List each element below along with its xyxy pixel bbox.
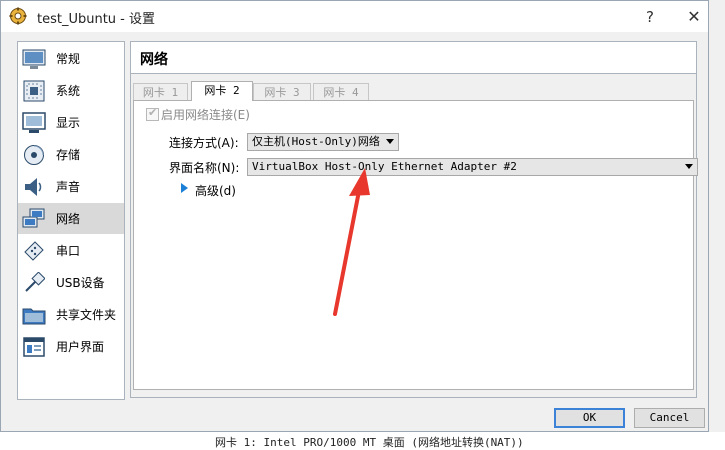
- sidebar-item-shared-folders[interactable]: 共享文件夹: [18, 299, 124, 330]
- tab-adapter-3[interactable]: 网卡 3: [253, 83, 311, 100]
- attached-to-label: 连接方式(A):: [169, 136, 239, 150]
- sidebar-item-network[interactable]: 网络: [18, 203, 124, 234]
- enable-adapter-label: 启用网络连接(E): [161, 108, 250, 122]
- adapter-name-select[interactable]: VirtualBox Host-Only Ethernet Adapter #2: [247, 158, 698, 176]
- sidebar-item-usb[interactable]: USB设备: [18, 267, 124, 298]
- background-adapter-summary: 网卡 1: Intel PRO/1000 MT 桌面 (网络地址转换(NAT)): [215, 436, 524, 449]
- sidebar-label: 网络: [56, 212, 81, 226]
- sidebar-label: 系统: [56, 84, 81, 98]
- advanced-toggle[interactable]: 高级(d): [195, 182, 236, 199]
- user-interface-icon: [22, 335, 46, 359]
- tab-adapter-2[interactable]: 网卡 2: [191, 81, 253, 101]
- sidebar-label: 常规: [56, 52, 81, 66]
- display-icon: [22, 111, 46, 135]
- page-title: 网络: [140, 52, 168, 68]
- attached-to-value: 仅主机(Host-Only)网络: [252, 135, 380, 148]
- audio-icon: [22, 175, 46, 199]
- sidebar-label: 声音: [56, 180, 81, 194]
- serial-port-icon: [22, 239, 46, 263]
- cancel-button[interactable]: Cancel: [634, 408, 705, 428]
- sidebar-label: 显示: [56, 116, 81, 130]
- sidebar-item-system[interactable]: 系统: [18, 75, 124, 106]
- tab-adapter-1[interactable]: 网卡 1: [133, 83, 188, 100]
- sidebar-label: 存储: [56, 148, 81, 162]
- ok-button[interactable]: OK: [554, 408, 625, 428]
- adapter-2-panel: ✔ 启用网络连接(E) 连接方式(A): 仅主机(Host-Only)网络 界面…: [133, 100, 698, 390]
- virtualbox-gear-icon: [9, 7, 27, 25]
- sidebar-item-audio[interactable]: 声音: [18, 171, 124, 202]
- sidebar-label: USB设备: [56, 276, 105, 290]
- sidebar-item-user-interface[interactable]: 用户界面: [18, 331, 124, 362]
- background-window-edge: [709, 0, 725, 446]
- adapter-name-label: 界面名称(N):: [169, 161, 240, 175]
- attached-to-select[interactable]: 仅主机(Host-Only)网络: [247, 133, 399, 151]
- sidebar-item-general[interactable]: 常规: [18, 43, 124, 74]
- general-icon: [22, 47, 46, 71]
- checkmark-icon: ✔: [148, 106, 158, 119]
- title-bar: test_Ubuntu - 设置 ? ✕: [1, 1, 708, 32]
- sidebar-item-storage[interactable]: 存储: [18, 139, 124, 170]
- usb-icon: [22, 271, 46, 295]
- expand-triangle-icon[interactable]: [181, 183, 188, 193]
- tab-adapter-4[interactable]: 网卡 4: [313, 83, 369, 100]
- network-settings-panel: 网络 网卡 1 网卡 2 网卡 3 网卡 4 ✔ 启用网络连接(E) 连接方式(…: [130, 41, 698, 398]
- sidebar-label: 用户界面: [56, 340, 105, 354]
- settings-sidebar: 常规 系统 显示 存储 声音 网络 串口 USB设备 共享文件夹 用户界面: [17, 41, 125, 400]
- sidebar-label: 共享文件夹: [56, 308, 117, 322]
- settings-dialog: test_Ubuntu - 设置 ? ✕ 常规 系统 显示 存储 声音 网络 串…: [0, 0, 709, 432]
- storage-icon: [22, 143, 46, 167]
- chevron-down-icon: [386, 139, 394, 144]
- shared-folder-icon: [22, 303, 46, 327]
- help-button[interactable]: ?: [627, 1, 673, 32]
- close-button[interactable]: ✕: [671, 1, 717, 32]
- adapter-name-value: VirtualBox Host-Only Ethernet Adapter #2: [252, 160, 517, 173]
- window-title: test_Ubuntu - 设置: [37, 12, 156, 27]
- system-icon: [22, 79, 46, 103]
- sidebar-item-display[interactable]: 显示: [18, 107, 124, 138]
- sidebar-label: 串口: [56, 244, 81, 258]
- network-icon: [22, 207, 46, 231]
- page-header: 网络: [131, 42, 696, 74]
- chevron-down-icon: [685, 164, 693, 169]
- enable-adapter-checkbox[interactable]: ✔: [146, 106, 159, 121]
- sidebar-item-serial-port[interactable]: 串口: [18, 235, 124, 266]
